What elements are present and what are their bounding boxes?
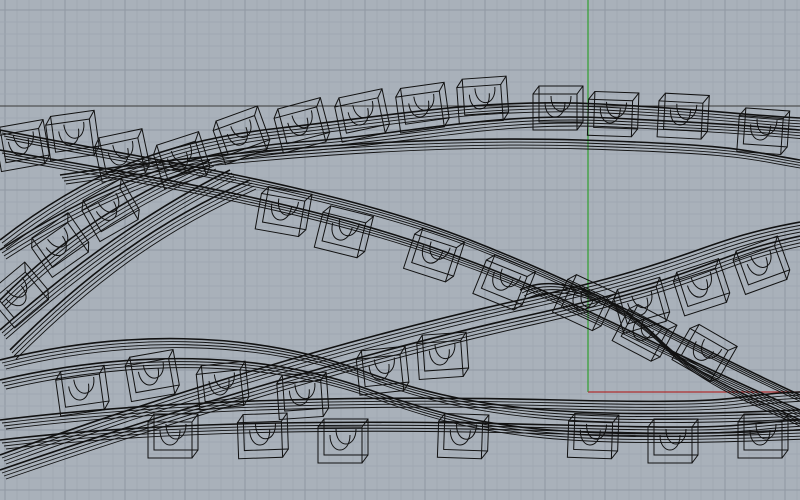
wireframe-viewport[interactable] [0, 0, 800, 500]
module-edge [322, 407, 330, 417]
module-edge [368, 363, 390, 381]
wire-bands[interactable] [0, 102, 800, 480]
module-edge [63, 121, 85, 139]
wire-curve[interactable] [3, 122, 800, 257]
module-edge [672, 267, 728, 317]
module-edge [780, 146, 788, 155]
module-edge [456, 78, 463, 88]
module-edge [544, 101, 566, 118]
wire-module-icon[interactable] [0, 118, 51, 173]
module-edge [282, 448, 289, 458]
wire-curve[interactable] [13, 185, 255, 357]
module-edge [691, 418, 699, 428]
module-edge [686, 279, 709, 298]
module-edge [588, 91, 596, 100]
module-edge [532, 85, 540, 95]
viewport-canvas[interactable] [0, 0, 800, 500]
wire-module-icon[interactable] [647, 418, 699, 464]
module-edge [323, 418, 369, 456]
module-edge [702, 95, 710, 104]
module-edge [329, 434, 351, 451]
module-edge [653, 418, 699, 456]
module-edge [280, 412, 288, 422]
module-edge [49, 109, 100, 153]
wire-module-icon[interactable] [78, 177, 143, 243]
module-edge [468, 93, 490, 110]
module-edge [500, 75, 507, 85]
module-edge [288, 389, 310, 406]
module-edge [236, 414, 244, 424]
module-edge [142, 361, 164, 379]
module-edge [428, 349, 450, 366]
wire-module-icon[interactable] [55, 364, 111, 417]
module-edge [700, 131, 708, 140]
module-edge [462, 367, 470, 377]
module-edge [277, 97, 331, 145]
module-edge [576, 85, 584, 95]
wire-module-icon[interactable] [0, 261, 53, 329]
module-edge [691, 454, 699, 464]
module-edge [421, 245, 444, 264]
module-edge [480, 450, 489, 460]
